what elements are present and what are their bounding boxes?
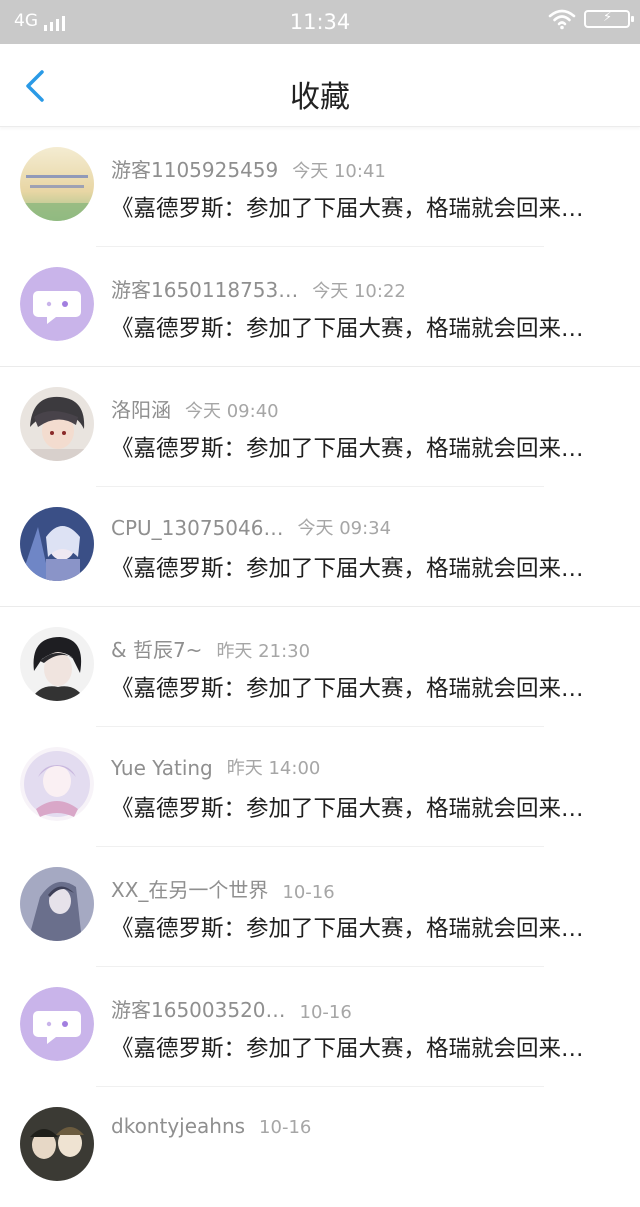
list-item[interactable]: 洛阳涵 今天 09:40 《嘉德罗斯：参加了下届大赛，格瑞就会回来…	[0, 367, 640, 487]
item-time: 今天 09:40	[185, 401, 279, 422]
avatar[interactable]	[20, 1107, 94, 1181]
anime-grey-avatar-icon	[20, 867, 94, 941]
user-name[interactable]: Yue Yating	[111, 756, 213, 780]
avatar[interactable]	[20, 387, 94, 461]
item-message[interactable]: 《嘉德罗斯：参加了下届大赛，格瑞就会回来…	[111, 191, 623, 223]
list-item[interactable]: 游客1105925459 今天 10:41 《嘉德罗斯：参加了下届大赛，格瑞就会回…	[0, 127, 640, 247]
nav-bar: 收藏	[0, 44, 640, 127]
list-item[interactable]: XX_在另一个世界 10-16 《嘉德罗斯：参加了下届大赛，格瑞就会回来…	[0, 847, 640, 967]
item-meta: dkontyjeahns 10-16	[111, 1114, 311, 1138]
avatar[interactable]	[20, 507, 94, 581]
favorites-list: 游客1105925459 今天 10:41 《嘉德罗斯：参加了下届大赛，格瑞就会回…	[0, 127, 640, 1207]
item-time: 10-16	[259, 1117, 312, 1138]
avatar[interactable]	[20, 147, 94, 221]
avatar[interactable]	[20, 747, 94, 821]
item-time: 10-16	[282, 882, 335, 903]
page-title: 收藏	[290, 80, 350, 115]
anime-group-avatar-icon	[20, 1107, 94, 1181]
item-time: 10-16	[299, 1002, 352, 1023]
item-message[interactable]: 《嘉德罗斯：参加了下届大赛，格瑞就会回来…	[111, 671, 623, 703]
user-name[interactable]: 游客1105925459	[111, 154, 278, 183]
avatar[interactable]	[20, 867, 94, 941]
avatar[interactable]	[20, 987, 94, 1061]
item-message[interactable]: 《嘉德罗斯：参加了下届大赛，格瑞就会回来…	[111, 1031, 623, 1063]
item-time: 昨天 14:00	[226, 758, 321, 779]
user-name[interactable]: 游客1650118753…	[111, 274, 298, 303]
list-item[interactable]: CPU_13075046… 今天 09:34 《嘉德罗斯：参加了下届大赛，格瑞就会…	[0, 487, 640, 607]
anime-dark-avatar-icon	[20, 627, 94, 701]
item-meta: XX_在另一个世界 10-16	[111, 874, 335, 903]
wifi-icon	[548, 9, 576, 30]
landscape-avatar-icon	[20, 147, 94, 221]
anime-boy-avatar-icon	[20, 387, 94, 461]
item-meta: 游客1105925459 今天 10:41	[111, 154, 386, 183]
status-bar: 4G 11:34 ⚡	[0, 0, 640, 44]
item-meta: 洛阳涵 今天 09:40	[111, 394, 279, 423]
anime-pink-avatar-icon	[20, 747, 94, 821]
item-message[interactable]: 《嘉德罗斯：参加了下届大赛，格瑞就会回来…	[111, 311, 623, 343]
item-message[interactable]: 《嘉德罗斯：参加了下届大赛，格瑞就会回来…	[111, 431, 623, 463]
chat-bubble-icon	[20, 987, 94, 1061]
avatar[interactable]	[20, 267, 94, 341]
list-item[interactable]: 游客1650118753… 今天 10:22 《嘉德罗斯：参加了下届大赛，格瑞就会…	[0, 247, 640, 367]
chat-bubble-icon	[20, 267, 94, 341]
list-item[interactable]: Yue Yating 昨天 14:00 《嘉德罗斯：参加了下届大赛，格瑞就会回来…	[0, 727, 640, 847]
item-meta: CPU_13075046… 今天 09:34	[111, 514, 391, 540]
item-meta: & 哲辰7~ 昨天 21:30	[111, 634, 310, 663]
status-time: 11:34	[289, 10, 351, 34]
item-time: 今天 10:41	[292, 161, 386, 182]
user-name[interactable]: XX_在另一个世界	[111, 874, 268, 903]
list-item[interactable]: & 哲辰7~ 昨天 21:30 《嘉德罗斯：参加了下届大赛，格瑞就会回来…	[0, 607, 640, 727]
item-time: 今天 09:34	[297, 518, 392, 539]
anime-blue-avatar-icon	[20, 507, 94, 581]
item-meta: Yue Yating 昨天 14:00	[111, 754, 320, 780]
user-name[interactable]: CPU_13075046…	[111, 516, 283, 540]
user-name[interactable]: & 哲辰7~	[111, 634, 202, 663]
list-item[interactable]: 游客165003520… 10-16 《嘉德罗斯：参加了下届大赛，格瑞就会回来…	[0, 967, 640, 1087]
user-name[interactable]: dkontyjeahns	[111, 1114, 245, 1138]
avatar[interactable]	[20, 627, 94, 701]
item-message[interactable]: 《嘉德罗斯：参加了下届大赛，格瑞就会回来…	[111, 911, 623, 943]
user-name[interactable]: 游客165003520…	[111, 994, 286, 1023]
list-item[interactable]: dkontyjeahns 10-16	[0, 1087, 640, 1207]
status-icons: ⚡	[548, 8, 634, 30]
battery-icon: ⚡	[584, 10, 634, 28]
item-meta: 游客1650118753… 今天 10:22	[111, 274, 406, 303]
item-meta: 游客165003520… 10-16	[111, 994, 352, 1023]
item-message[interactable]: 《嘉德罗斯：参加了下届大赛，格瑞就会回来…	[111, 551, 623, 583]
user-name[interactable]: 洛阳涵	[111, 394, 171, 423]
item-time: 昨天 21:30	[216, 641, 311, 662]
item-time: 今天 10:22	[312, 281, 406, 302]
item-message[interactable]: 《嘉德罗斯：参加了下届大赛，格瑞就会回来…	[111, 791, 623, 823]
